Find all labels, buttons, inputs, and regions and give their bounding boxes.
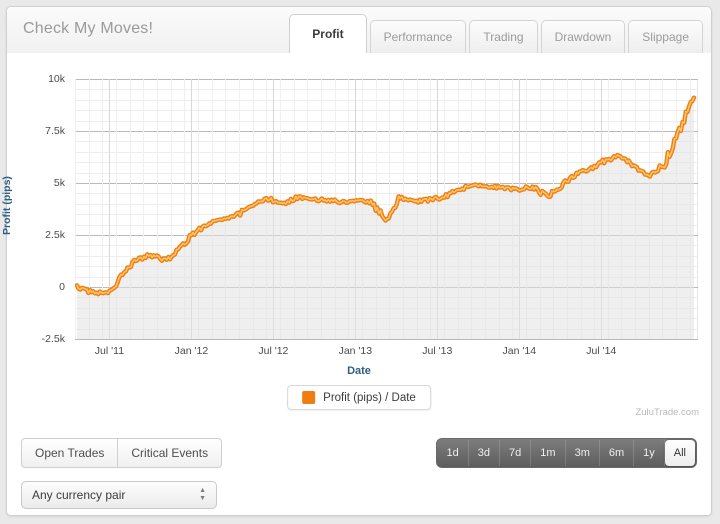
currency-pair-select[interactable]: Any currency pair ▲ ▼ [21,481,217,509]
y-tick-label: -2.5k [41,333,65,345]
x-tick-label: Jan '13 [338,345,373,357]
range-3d[interactable]: 3d [469,440,501,466]
time-range-selector: 1d 3d 7d 1m 3m 6m 1y All [435,438,697,468]
legend-swatch-icon [302,391,316,404]
range-3m[interactable]: 3m [566,440,600,466]
widget-header: Check My Moves! Profit Performance Tradi… [7,7,711,54]
widget-panel: Check My Moves! Profit Performance Tradi… [1,6,712,516]
profit-series-line [74,95,697,339]
page-title: Check My Moves! [23,20,154,37]
open-trades-button[interactable]: Open Trades [21,438,119,468]
range-7d[interactable]: 7d [500,440,532,466]
x-tick-label: Jul '12 [258,345,289,357]
range-1m[interactable]: 1m [531,440,566,466]
x-tick-label: Jan '12 [174,345,209,357]
tab-trading[interactable]: Trading [469,20,538,53]
tab-drawdown[interactable]: Drawdown [540,20,626,53]
x-tick-label: Jul '13 [422,345,453,357]
y-tick-label: 10k [48,73,65,85]
range-1d[interactable]: 1d [438,440,469,466]
tab-profit[interactable]: Profit [289,14,367,53]
tab-bar: Profit Performance Trading Drawdown Slip… [289,14,703,53]
critical-events-button[interactable]: Critical Events [118,438,223,468]
tab-slippage[interactable]: Slippage [628,20,703,53]
chart-footer: Open Trades Critical Events Any currency… [7,416,711,515]
range-6m[interactable]: 6m [600,440,635,466]
x-axis-title: Date [347,365,371,377]
gridline-major [75,339,698,340]
chart-container: Profit (pips) 10k 7.5k 5k 2.5k 0 -2.5k Jul '1… [1,53,711,418]
footer-button-group: Open Trades Critical Events [21,438,223,468]
x-tick-label: Jul '11 [94,345,125,357]
y-tick-label: 5k [53,177,65,189]
x-tick-label: Jul '14 [586,345,617,357]
chevron-up-icon: ▲ [199,487,206,494]
y-tick-label: 0 [59,281,65,293]
stepper-arrows-icon[interactable]: ▲ ▼ [199,487,206,502]
range-1y[interactable]: 1y [634,440,665,466]
range-all[interactable]: All [664,440,695,466]
y-tick-label: 7.5k [45,125,65,137]
chevron-down-icon: ▼ [199,495,206,502]
legend-label: Profit (pips) / Date [323,391,416,404]
tab-performance[interactable]: Performance [369,20,467,53]
x-tick-label: Jan '14 [502,345,537,357]
chart-legend[interactable]: Profit (pips) / Date [287,385,431,410]
plot-area[interactable] [74,79,698,340]
y-tick-label: 2.5k [45,229,65,241]
currency-pair-value: Any currency pair [32,488,126,502]
